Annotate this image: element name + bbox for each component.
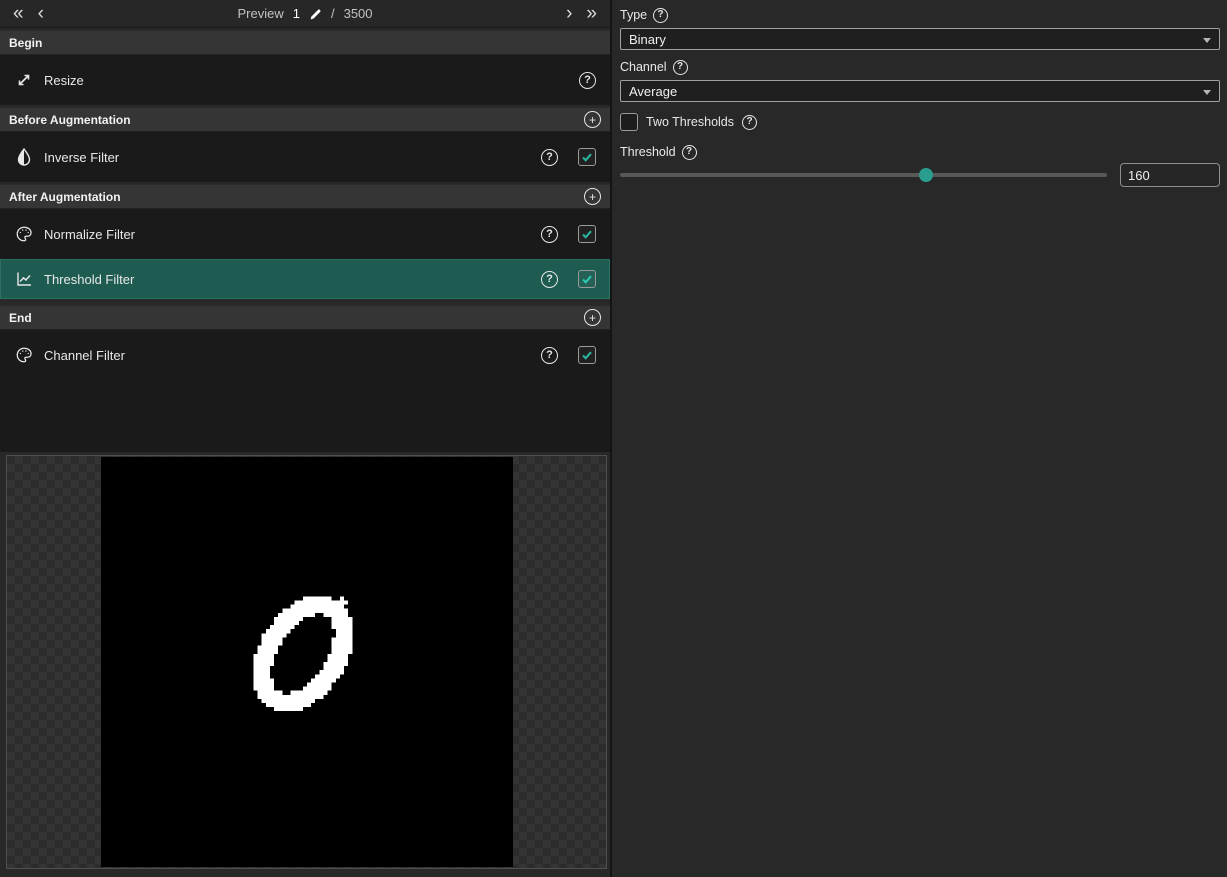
- filter-enabled-checkbox[interactable]: [578, 148, 596, 166]
- help-icon[interactable]: ?: [579, 72, 596, 89]
- channel-label: Channel: [620, 60, 667, 74]
- previous-page-button[interactable]: ‹: [31, 1, 51, 27]
- preview-label: Preview: [237, 6, 283, 21]
- resize-icon: [15, 71, 33, 89]
- pipeline-item-label: Inverse Filter: [44, 150, 119, 165]
- first-page-button[interactable]: «: [6, 1, 31, 27]
- invert-colors-icon: [15, 148, 33, 166]
- two-thresholds-checkbox[interactable]: [620, 113, 638, 131]
- last-page-button[interactable]: »: [579, 1, 604, 27]
- pipeline-item-label: Normalize Filter: [44, 227, 135, 242]
- two-thresholds-row: Two Thresholds ?: [620, 113, 1220, 131]
- section-title: After Augmentation: [9, 190, 121, 204]
- help-icon[interactable]: ?: [653, 8, 668, 23]
- pipeline-item-normalize-filter[interactable]: Normalize Filter ?: [0, 209, 610, 259]
- slider-track[interactable]: [620, 173, 1107, 177]
- pipeline-item-inverse-filter[interactable]: Inverse Filter ?: [0, 132, 610, 182]
- threshold-field-label: Threshold ?: [620, 144, 1220, 160]
- section-header-begin: Begin: [0, 30, 610, 55]
- add-filter-icon[interactable]: +: [584, 111, 601, 128]
- section-header-after-augmentation: After Augmentation +: [0, 184, 610, 209]
- filter-enabled-checkbox[interactable]: [578, 346, 596, 364]
- type-select[interactable]: Binary: [620, 28, 1220, 50]
- help-icon[interactable]: ?: [541, 271, 558, 288]
- pipeline-item-threshold-filter[interactable]: Threshold Filter ?: [0, 259, 610, 299]
- palette-icon: [15, 346, 33, 364]
- threshold-slider[interactable]: [620, 163, 1107, 187]
- help-icon[interactable]: ?: [541, 347, 558, 364]
- help-icon[interactable]: ?: [682, 145, 697, 160]
- threshold-label: Threshold: [620, 145, 676, 159]
- type-field-label: Type ?: [620, 7, 1220, 23]
- pipeline-item-label: Channel Filter: [44, 348, 125, 363]
- chevron-down-icon: [1203, 90, 1211, 95]
- palette-icon: [15, 225, 33, 243]
- threshold-slider-row: [620, 163, 1220, 187]
- page-separator: /: [331, 6, 335, 21]
- type-select-value: Binary: [629, 32, 666, 47]
- type-label: Type: [620, 8, 647, 22]
- pipeline-item-label: Threshold Filter: [44, 272, 134, 287]
- current-page-value[interactable]: 1: [293, 6, 300, 21]
- pipeline-item-channel-filter[interactable]: Channel Filter ?: [0, 330, 610, 380]
- add-filter-icon[interactable]: +: [584, 309, 601, 326]
- channel-field-label: Channel ?: [620, 59, 1220, 75]
- section-header-before-augmentation: Before Augmentation +: [0, 107, 610, 132]
- section-title: Before Augmentation: [9, 113, 131, 127]
- pipeline-empty-area: [0, 380, 610, 452]
- threshold-value-input[interactable]: [1120, 163, 1220, 187]
- section-header-end: End +: [0, 305, 610, 330]
- filter-settings-panel: Type ? Binary Channel ? Average Two Thre…: [614, 0, 1227, 877]
- help-icon[interactable]: ?: [541, 226, 558, 243]
- filter-enabled-checkbox[interactable]: [578, 270, 596, 288]
- channel-select-value: Average: [629, 84, 677, 99]
- edit-page-icon[interactable]: [309, 8, 322, 21]
- line-chart-icon: [15, 270, 33, 288]
- pipeline-item-resize[interactable]: Resize ?: [0, 55, 610, 105]
- total-pages: 3500: [344, 6, 373, 21]
- two-thresholds-label: Two Thresholds: [646, 115, 734, 129]
- section-title: Begin: [9, 36, 42, 50]
- input-preview-canvas: [101, 457, 513, 867]
- section-title: End: [9, 311, 32, 325]
- slider-thumb[interactable]: [919, 168, 933, 182]
- pipeline-panel: « ‹ Preview 1 / 3500 › » Begin Resize ? …: [0, 0, 612, 877]
- input-preview-panel: [6, 455, 607, 869]
- filter-enabled-checkbox[interactable]: [578, 225, 596, 243]
- preview-navigation-bar: « ‹ Preview 1 / 3500 › »: [0, 0, 610, 28]
- pipeline-item-label: Resize: [44, 73, 84, 88]
- help-icon[interactable]: ?: [673, 60, 688, 75]
- channel-select[interactable]: Average: [620, 80, 1220, 102]
- chevron-down-icon: [1203, 38, 1211, 43]
- help-icon[interactable]: ?: [541, 149, 558, 166]
- next-page-button[interactable]: ›: [559, 1, 579, 27]
- help-icon[interactable]: ?: [742, 115, 757, 130]
- add-filter-icon[interactable]: +: [584, 188, 601, 205]
